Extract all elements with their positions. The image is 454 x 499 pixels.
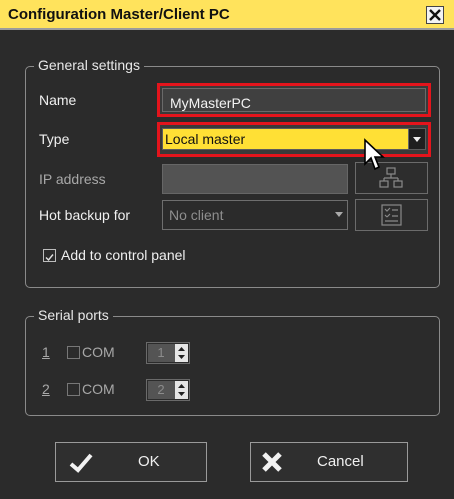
name-label: Name	[39, 92, 77, 108]
cross-icon	[262, 452, 282, 472]
ok-button[interactable]: OK	[55, 442, 207, 482]
close-button[interactable]	[426, 6, 444, 24]
chevron-down-icon	[335, 212, 343, 217]
checklist-icon	[381, 204, 402, 226]
hot-backup-label: Hot backup for	[39, 207, 131, 223]
hot-backup-select[interactable]: No client	[162, 200, 348, 230]
checkmark-icon	[45, 254, 54, 262]
type-dropdown-button[interactable]	[408, 129, 425, 149]
type-label: Type	[39, 131, 70, 147]
checkmark-icon	[69, 453, 93, 473]
port-1-com-label: COM	[82, 344, 115, 360]
port-1-checkbox[interactable]	[67, 346, 80, 359]
name-field-highlight: MyMasterPC	[157, 83, 431, 117]
mouse-cursor-icon	[364, 138, 386, 171]
ip-address-label: IP address	[39, 171, 106, 187]
type-value: Local master	[165, 131, 246, 147]
port-2-number: 2	[148, 381, 174, 399]
port-2-checkbox[interactable]	[67, 383, 80, 396]
stepper-arrows-icon[interactable]	[174, 344, 188, 362]
hot-backup-select-button[interactable]	[355, 199, 428, 231]
add-to-panel-checkbox[interactable]	[43, 249, 56, 262]
add-to-panel-label: Add to control panel	[61, 247, 186, 263]
port-2-stepper[interactable]: 2	[146, 379, 190, 401]
title-bar: Configuration Master/Client PC	[0, 0, 454, 30]
chevron-down-icon	[413, 137, 421, 142]
port-2-index: 2	[42, 381, 50, 397]
type-field-highlight: Local master	[157, 122, 431, 157]
hot-backup-value: No client	[169, 207, 224, 223]
ip-address-input[interactable]	[162, 164, 348, 194]
cancel-label: Cancel	[317, 453, 364, 470]
close-icon	[429, 9, 441, 21]
port-1-stepper[interactable]: 1	[146, 342, 190, 364]
ok-label: OK	[138, 453, 160, 470]
general-settings-legend: General settings	[34, 57, 144, 73]
port-2-com-label: COM	[82, 381, 115, 397]
serial-ports-legend: Serial ports	[34, 307, 113, 323]
serial-ports-group: Serial ports	[25, 307, 440, 416]
name-input[interactable]: MyMasterPC	[162, 88, 426, 112]
cancel-button[interactable]: Cancel	[250, 442, 408, 482]
window-title: Configuration Master/Client PC	[8, 6, 230, 23]
port-1-index: 1	[42, 344, 50, 360]
name-value: MyMasterPC	[170, 95, 251, 111]
port-1-number: 1	[148, 344, 174, 362]
stepper-arrows-icon[interactable]	[174, 381, 188, 399]
